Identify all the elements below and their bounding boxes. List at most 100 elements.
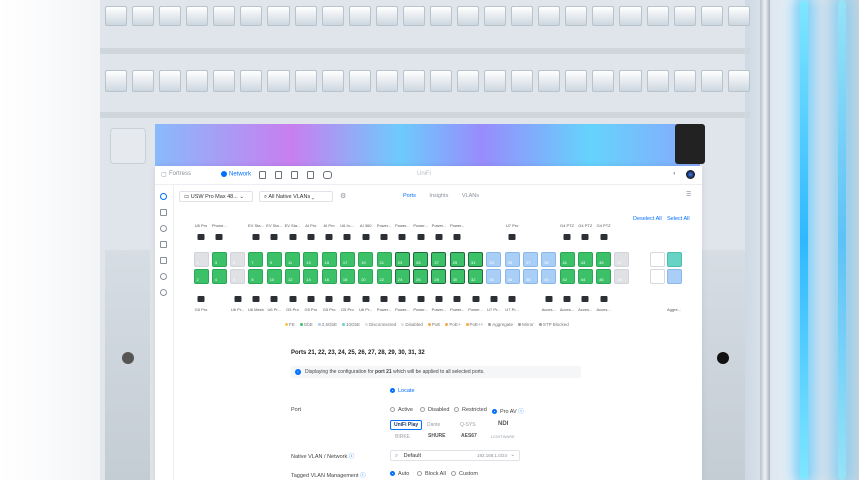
switch-port[interactable]: 48 <box>614 269 630 284</box>
brand-unifi-play[interactable]: UniFi Play <box>390 420 423 430</box>
sfp-port[interactable] <box>667 252 682 267</box>
brand-ndi[interactable]: NDI <box>498 421 508 427</box>
switch-port[interactable]: 14 <box>303 269 319 284</box>
switch-port[interactable]: 36 <box>504 269 520 284</box>
switch-port[interactable]: 22 <box>376 269 392 284</box>
switch-port[interactable]: 37 <box>522 252 538 267</box>
switch-port[interactable]: 10 <box>266 269 282 284</box>
switch-port[interactable]: 9 <box>266 252 282 267</box>
switch-port[interactable]: 39 <box>541 252 557 267</box>
switch-port[interactable]: 16 <box>321 269 337 284</box>
port-number: 42 <box>562 277 567 282</box>
switch-port[interactable]: 23 <box>394 252 410 267</box>
port-mode-disabled[interactable]: Disabled <box>420 407 449 413</box>
rack-lower-panel <box>700 250 745 480</box>
switch-port[interactable]: 40 <box>541 269 557 284</box>
port-mode-restricted[interactable]: Restricted <box>454 407 487 413</box>
switch-port[interactable]: 21 <box>376 252 392 267</box>
device-label: G5 Pro <box>341 307 354 312</box>
native-vlan-select[interactable]: ⌕ Default 192.168.1.0/24 ⌄ <box>390 450 520 461</box>
switch-port[interactable]: 8 <box>248 269 264 284</box>
native-vlan-info-icon[interactable]: ⓘ <box>349 454 355 460</box>
switch-port[interactable]: 15 <box>321 252 337 267</box>
switch-port[interactable]: 17 <box>339 252 355 267</box>
tagged-vlan-info-icon[interactable]: ⓘ <box>360 473 366 479</box>
switch-port[interactable]: 34 <box>486 269 502 284</box>
legend-item: Disconnected <box>369 322 397 327</box>
device-icon <box>453 296 461 302</box>
switch-port[interactable]: 38 <box>522 269 538 284</box>
port-number: 9 <box>269 260 272 265</box>
switch-port[interactable]: 35 <box>504 252 520 267</box>
switch-port[interactable]: 27 <box>431 252 447 267</box>
device-icon <box>362 296 370 302</box>
switch-port[interactable]: 7 <box>248 252 264 267</box>
brand-dante[interactable]: Dante <box>427 422 440 428</box>
port-mode-pro-av[interactable]: Pro AV ⓘ <box>492 407 524 415</box>
switch-port[interactable]: 2 <box>193 269 209 284</box>
port-number: 46 <box>599 277 604 282</box>
brand-birke[interactable]: BIRKE <box>395 434 410 440</box>
switch-port[interactable]: 20 <box>358 269 374 284</box>
switch-port[interactable]: 44 <box>577 269 593 284</box>
device-label: AI Pro <box>323 223 335 228</box>
tagged-block-all[interactable]: Block All <box>417 471 446 477</box>
blue-light-strip <box>800 0 808 480</box>
brand-aes67[interactable]: AES67 <box>461 433 477 439</box>
brand-shure[interactable]: SHURE <box>428 433 446 439</box>
port-number: 45 <box>599 260 604 265</box>
brand-qsys[interactable]: Q-SYS <box>460 422 476 428</box>
rack-rail <box>760 0 770 480</box>
device-label: U7 Pr... <box>487 307 501 312</box>
pro-av-info-icon[interactable]: ⓘ <box>518 409 524 415</box>
switch-port[interactable]: 32 <box>468 269 483 284</box>
switch-port[interactable]: 13 <box>303 252 319 267</box>
sfp-port[interactable] <box>650 269 665 284</box>
tagged-custom[interactable]: Custom <box>451 471 478 477</box>
switch-port[interactable]: 24 <box>394 269 410 284</box>
switch-port[interactable]: 5 <box>230 252 246 267</box>
legend-item: PoE++ <box>469 322 484 327</box>
radio-active <box>390 407 395 413</box>
device-icon <box>380 296 388 302</box>
rack-shelf <box>100 112 750 118</box>
switch-port[interactable]: 43 <box>577 252 593 267</box>
switch-port[interactable]: 42 <box>559 269 575 284</box>
sfp-port[interactable] <box>650 252 665 267</box>
tagged-auto[interactable]: Auto <box>390 471 409 477</box>
switch-port[interactable]: 3 <box>211 252 227 267</box>
device-label: Power... <box>413 307 428 312</box>
switch-port[interactable]: 28 <box>431 269 447 284</box>
sfp-port[interactable] <box>667 269 682 284</box>
switch-port[interactable]: 18 <box>339 269 355 284</box>
port-mode-disabled-label: Disabled <box>428 407 450 413</box>
device-label: U6 Pr... <box>230 307 245 312</box>
switch-port[interactable]: 41 <box>559 252 575 267</box>
tagged-auto-label: Auto <box>398 471 410 477</box>
port-mode-active[interactable]: Active <box>390 407 413 413</box>
switch-port[interactable]: 1 <box>193 252 209 267</box>
switch-port[interactable]: 4 <box>211 269 227 284</box>
switch-port[interactable]: 11 <box>285 252 300 267</box>
switch-port[interactable]: 19 <box>358 252 374 267</box>
switch-port[interactable]: 6 <box>230 269 246 284</box>
port-number: 30 <box>452 277 458 282</box>
port-number: 33 <box>489 260 494 265</box>
switch-port[interactable]: 12 <box>285 269 300 284</box>
switch-port[interactable]: 47 <box>614 252 630 267</box>
switch-port[interactable]: 26 <box>413 269 429 284</box>
brand-lightware[interactable]: LIGHTWARE <box>491 434 515 439</box>
locate-toggle[interactable]: Locate <box>390 388 415 394</box>
radio-block-all <box>417 471 422 477</box>
native-vlan-label-text: Native VLAN / Network <box>291 454 348 460</box>
switch-port[interactable]: 29 <box>449 252 465 267</box>
switch-port[interactable]: 30 <box>449 269 465 284</box>
port-mode-pro-av-label: Pro AV <box>500 409 517 415</box>
device-label: Power... <box>431 307 447 312</box>
switch-port[interactable]: 25 <box>413 252 429 267</box>
switch-port[interactable]: 33 <box>486 252 502 267</box>
switch-port[interactable]: 31 <box>468 252 483 267</box>
switch-port[interactable]: 45 <box>596 252 612 267</box>
radio-restricted <box>454 407 459 413</box>
switch-port[interactable]: 46 <box>596 269 612 284</box>
